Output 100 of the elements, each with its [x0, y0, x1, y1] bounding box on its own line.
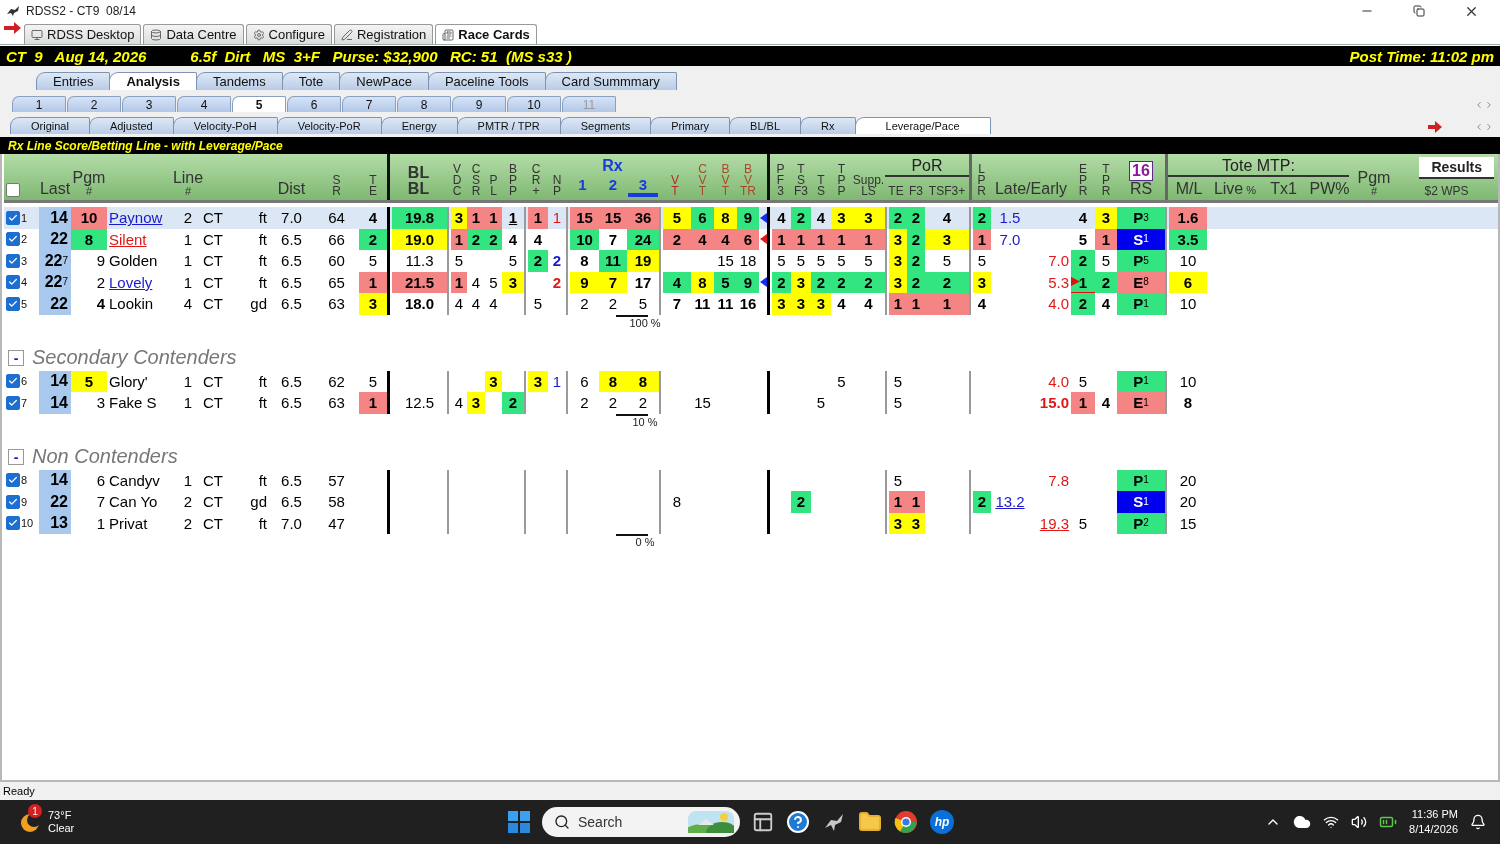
report-tab[interactable]: Rx — [800, 117, 856, 134]
arrow-icon[interactable] — [1428, 121, 1442, 133]
table-row[interactable]: 1 14 10 Paynow 2 CT ft 7.0 64 4 19.8 3 1 1 1 1 1 15 15 36 5 6 8 9 4 2 4 3 3 2 2 4 2 1.5 4 3 P$^{3}$ 1.6 — [4, 207, 1498, 229]
report-tab[interactable]: Velocity-PoH — [172, 117, 278, 134]
race-tab[interactable]: 8 — [397, 96, 451, 112]
row-checkbox[interactable] — [5, 275, 20, 290]
column-tab[interactable]: 2 — [598, 176, 628, 197]
check-icon — [7, 518, 18, 529]
row-checkbox[interactable] — [5, 395, 20, 410]
table-cell-text: 10 — [1178, 295, 1198, 313]
row-checkbox[interactable] — [5, 210, 20, 225]
race-tab[interactable]: 1 — [12, 96, 66, 112]
race-tab[interactable]: 10 — [507, 96, 561, 112]
row-checkbox[interactable] — [5, 296, 20, 311]
table-cell: 1.6 — [1169, 207, 1207, 229]
browser-icon[interactable] — [894, 810, 918, 834]
cloud-icon[interactable] — [1293, 813, 1312, 831]
table-cell: 2 — [811, 271, 831, 293]
column-header: Dist — [277, 181, 306, 197]
view-tab[interactable]: Paceline Tools — [427, 72, 546, 90]
module-tab[interactable]: Race Cards — [435, 24, 537, 44]
column-tab[interactable]: 1 — [567, 176, 598, 197]
table-cell-text: 1 — [182, 230, 194, 248]
view-tab[interactable]: Tote — [281, 72, 341, 90]
restore-icon[interactable] — [1413, 5, 1425, 17]
horse-link[interactable]: Lovely — [107, 273, 155, 291]
view-tab[interactable]: NewPace — [339, 72, 429, 90]
module-tab[interactable]: Data Centre — [143, 24, 244, 44]
column-header: S R — [332, 175, 341, 197]
task-view-icon[interactable] — [752, 811, 774, 833]
race-tab[interactable]: 2 — [67, 96, 121, 112]
table-cell-text: 20 — [1178, 471, 1198, 489]
module-tab[interactable]: Configure — [245, 24, 332, 44]
table-cell-text: gd — [249, 493, 268, 511]
race-tab[interactable]: 4 — [177, 96, 231, 112]
table-cell: 1 — [1095, 228, 1117, 250]
help-icon[interactable] — [786, 810, 810, 834]
table-cell: 19 — [627, 250, 659, 272]
check-icon — [7, 397, 18, 408]
column-tab[interactable]: 3 — [628, 176, 658, 197]
horse-link[interactable]: Paynow — [107, 209, 165, 227]
module-tab[interactable]: RDSS Desktop — [24, 24, 142, 44]
row-checkbox[interactable] — [5, 374, 20, 389]
view-tab[interactable]: Tandems — [195, 72, 283, 90]
race-tab[interactable]: 5 — [232, 96, 286, 112]
report-tab[interactable]: Segments — [559, 117, 652, 134]
table-cell: 3 — [973, 271, 991, 293]
report-tab[interactable]: Adjusted — [88, 117, 174, 134]
view-tab[interactable]: Card Summmary — [544, 72, 677, 90]
value-link[interactable]: 13.2 — [993, 493, 1027, 511]
report-tab[interactable]: BL/BL — [729, 117, 802, 134]
horse-link[interactable]: Silent — [107, 230, 149, 248]
collapse-button[interactable]: - — [8, 448, 24, 465]
collapse-button[interactable]: - — [8, 349, 24, 366]
race-tab[interactable]: 7 — [342, 96, 396, 112]
race-tab[interactable]: 9 — [452, 96, 506, 112]
table-cell-text: 5 — [488, 273, 499, 291]
table-cell-text: Can Yo — [108, 493, 159, 511]
notification-icon[interactable] — [1470, 814, 1486, 830]
clock[interactable]: 11:36 PM 8/14/2026 — [1409, 807, 1458, 837]
hp-icon[interactable]: hp — [930, 810, 954, 834]
report-tab[interactable]: PMTR / TPR — [456, 117, 561, 134]
wifi-icon[interactable] — [1323, 814, 1340, 830]
select-all-checkbox[interactable] — [5, 183, 20, 197]
report-tab[interactable]: Energy — [380, 117, 458, 134]
report-tab[interactable]: Original — [10, 117, 90, 134]
table-cell-text: 7.0 — [280, 514, 303, 532]
race-tab[interactable]: 6 — [287, 96, 341, 112]
search-field[interactable]: Search — [542, 807, 740, 837]
table-cell: 3 — [852, 207, 885, 229]
column-header: Last — [39, 181, 71, 197]
arrow-icon — [4, 22, 22, 34]
module-tab[interactable]: Registration — [333, 24, 434, 44]
table-cell: 3 — [907, 512, 925, 534]
report-tab[interactable]: Velocity-PoR — [276, 117, 382, 134]
view-tab[interactable]: Entries — [36, 72, 111, 90]
table-cell-text: 2 — [182, 514, 194, 532]
report-tab[interactable]: Leverage/Pace — [854, 117, 991, 134]
table-cell: 1 — [889, 293, 907, 315]
column-header: Live % — [1213, 181, 1257, 197]
table-cell-text: 1 — [182, 252, 194, 270]
row-checkbox[interactable] — [5, 494, 20, 509]
table-cell-text: 2 — [579, 394, 590, 412]
race-tab[interactable]: 3 — [122, 96, 176, 112]
table-cell: 1 — [359, 392, 387, 414]
report-tab[interactable]: Primary — [650, 117, 731, 134]
folder-icon[interactable] — [858, 810, 882, 834]
value-link[interactable]: 19.3 — [1037, 514, 1071, 532]
row-checkbox[interactable] — [5, 516, 20, 531]
windows-start-icon[interactable] — [508, 811, 530, 833]
volume-icon[interactable] — [1351, 814, 1368, 830]
table-cell: 1 — [925, 293, 969, 315]
row-checkbox[interactable] — [5, 253, 20, 268]
table-cell-text: 4 — [453, 394, 465, 412]
row-checkbox[interactable] — [5, 473, 20, 488]
column-header: BL BL — [407, 165, 430, 197]
column-header: M/L — [1175, 181, 1203, 197]
row-checkbox[interactable] — [5, 232, 20, 247]
view-tab[interactable]: Analysis — [109, 72, 197, 90]
table-cell: 3 — [889, 512, 907, 534]
